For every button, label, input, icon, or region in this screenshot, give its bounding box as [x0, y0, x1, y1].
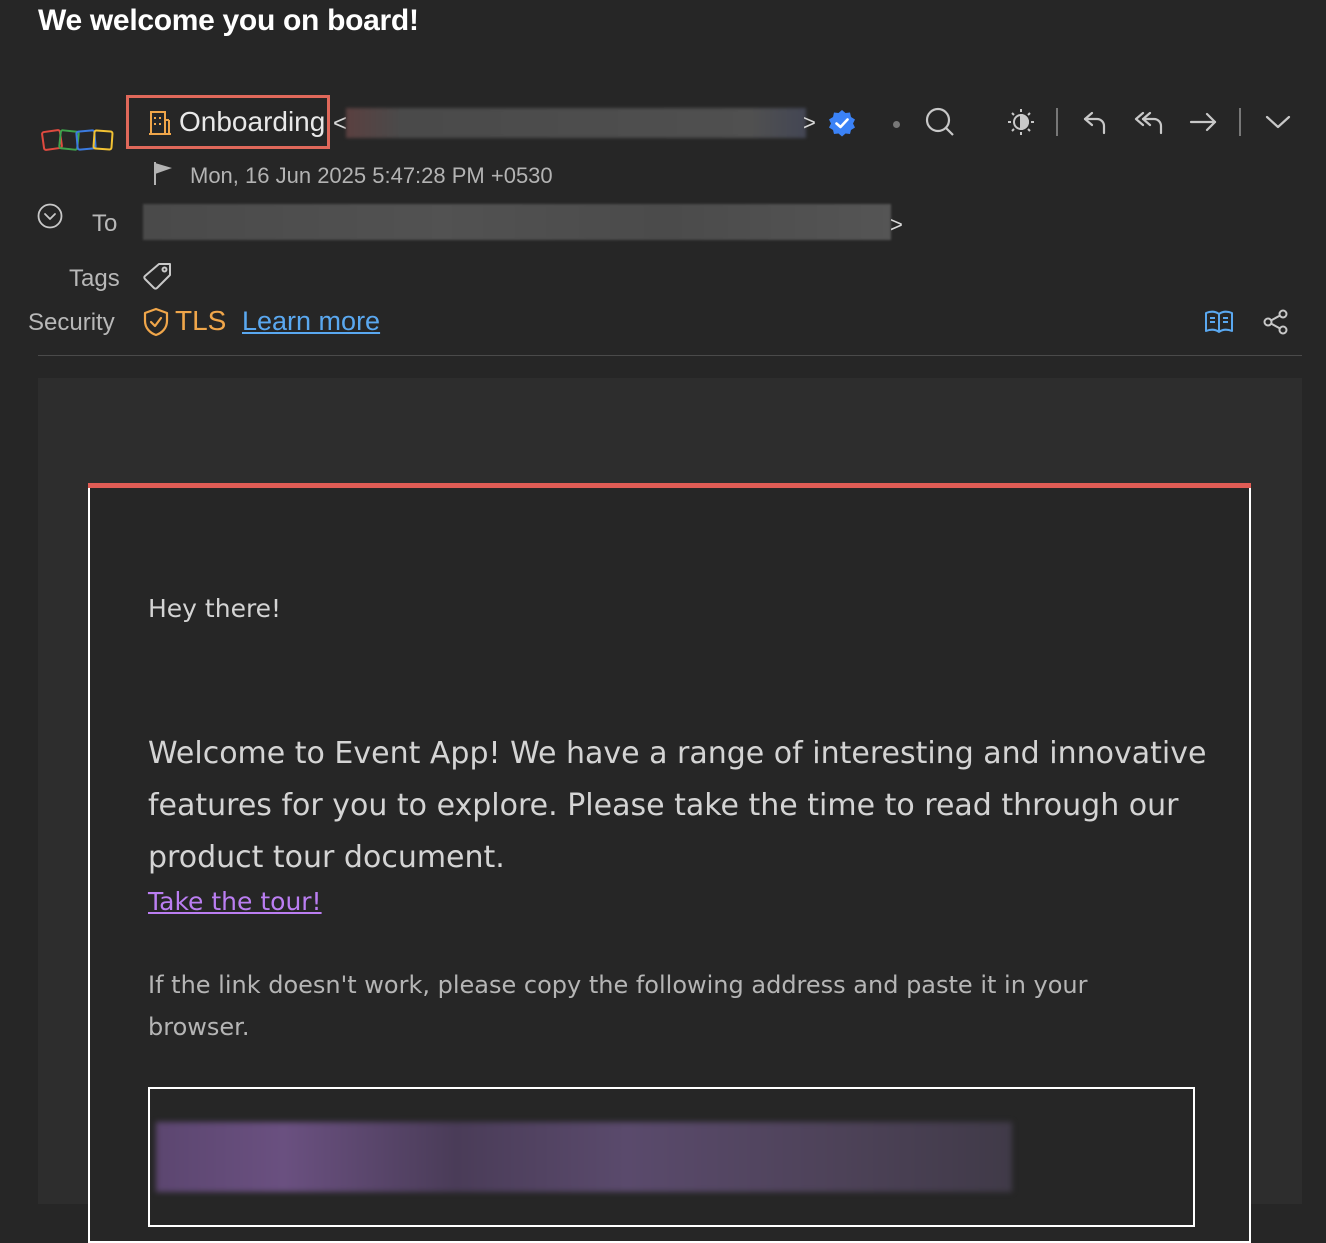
org-logo	[40, 128, 116, 158]
tls-status: TLS	[175, 305, 227, 336]
sender-email-open: <	[333, 110, 348, 137]
theme-toggle-icon[interactable]	[1002, 104, 1038, 140]
forward-icon[interactable]	[1185, 104, 1221, 140]
sender-highlight[interactable]: Onboarding	[126, 95, 330, 149]
redacted-recipient	[143, 204, 891, 240]
building-icon	[149, 110, 171, 141]
date-row: Mon, 16 Jun 2025 5:47:28 PM +0530	[152, 160, 553, 191]
email-subject: We welcome you on board!	[38, 4, 419, 37]
reply-all-icon[interactable]	[1131, 104, 1167, 140]
sender-name: Onboarding	[179, 106, 326, 137]
separator-dot	[893, 121, 900, 128]
security-label: Security	[28, 309, 115, 336]
card-accent-bar	[88, 483, 1251, 488]
take-tour-link[interactable]: Take the tour!	[148, 887, 322, 916]
redacted-url	[156, 1122, 1012, 1192]
share-icon[interactable]	[1262, 308, 1290, 341]
toolbar-divider	[1239, 108, 1241, 136]
fallback-note: If the link doesn't work, please copy th…	[148, 971, 1088, 1041]
tag-icon[interactable]	[143, 262, 173, 297]
to-label: To	[92, 210, 118, 237]
reader-view-icon[interactable]	[1204, 308, 1234, 341]
shield-icon	[143, 307, 169, 342]
redacted-sender-email	[346, 108, 806, 138]
toolbar-divider	[1056, 108, 1058, 136]
tags-label: Tags	[69, 265, 120, 292]
more-chevron-icon[interactable]	[1260, 104, 1296, 140]
welcome-paragraph: Welcome to Event App! We have a range of…	[148, 736, 1207, 875]
learn-more-link[interactable]: Learn more	[242, 306, 380, 337]
reply-icon[interactable]	[1077, 104, 1113, 140]
header-divider	[38, 355, 1302, 356]
flag-icon[interactable]	[152, 160, 174, 191]
email-date: Mon, 16 Jun 2025 5:47:28 PM +0530	[190, 162, 553, 188]
greeting-text: Hey there!	[148, 594, 282, 623]
verified-badge-icon	[828, 109, 856, 142]
sender-email-close: >	[803, 110, 816, 135]
recipient-close: >	[890, 212, 903, 237]
expand-details-icon[interactable]	[36, 202, 64, 235]
search-icon[interactable]	[922, 104, 958, 140]
